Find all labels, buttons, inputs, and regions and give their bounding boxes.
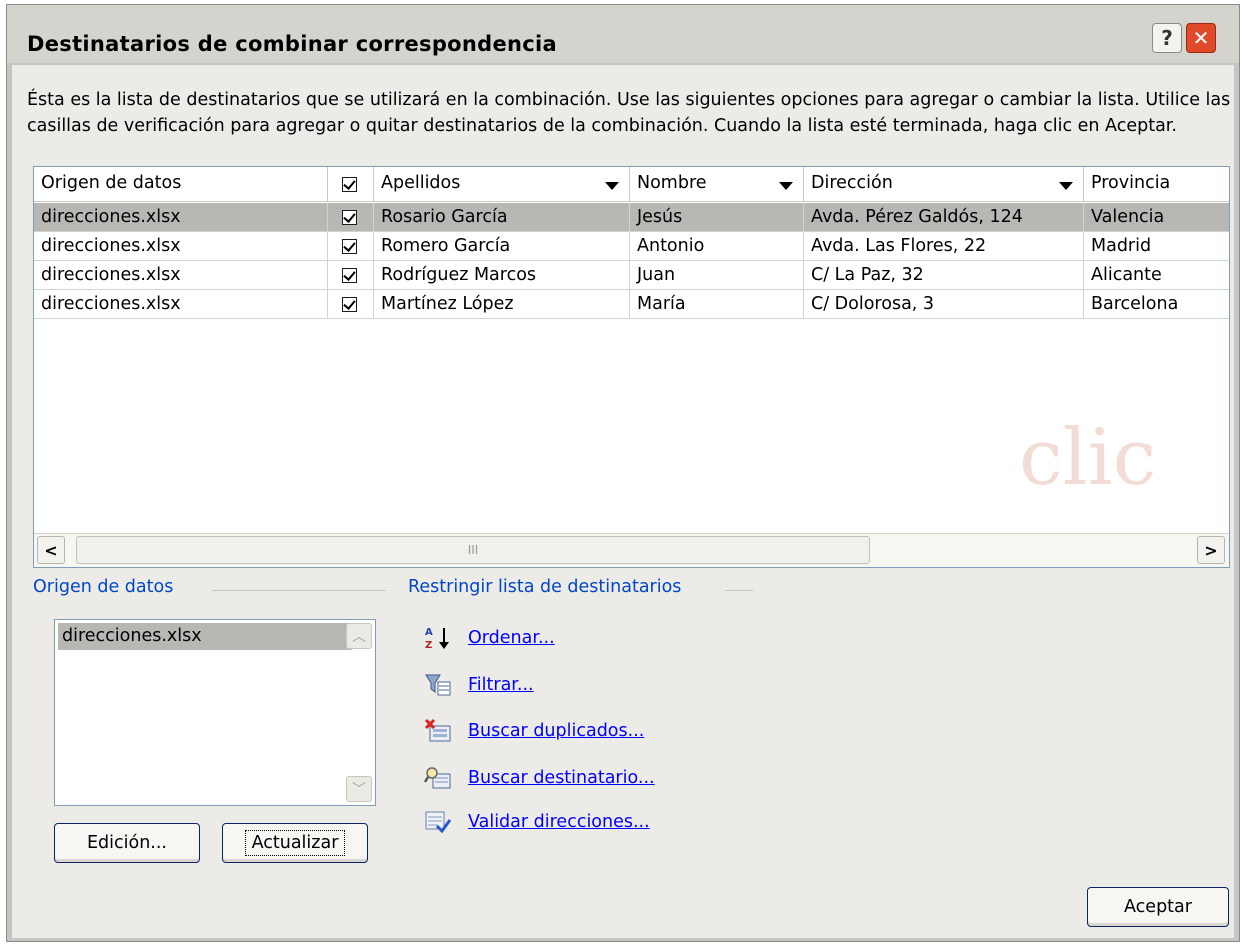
- filter-icon: [424, 672, 452, 698]
- find-recipient-icon: [424, 765, 452, 791]
- sort-az-icon: A Z: [424, 625, 452, 651]
- table-row[interactable]: direcciones.xlsx Rodríguez Marcos Juan C/ L…: [34, 261, 1229, 290]
- scroll-up-button[interactable]: ︿: [346, 623, 372, 649]
- cell-provincia: Madrid: [1084, 232, 1229, 261]
- column-label: Origen de datos: [41, 173, 182, 193]
- row-checkbox-cell[interactable]: [328, 203, 374, 232]
- cell-apellidos: Romero García: [374, 232, 630, 261]
- close-button[interactable]: ✕: [1186, 23, 1216, 53]
- table-row[interactable]: direcciones.xlsx Martínez López María C/ Do…: [34, 290, 1229, 319]
- scroll-right-button[interactable]: >: [1197, 536, 1225, 564]
- cell-direccion: Avda. Las Flores, 22: [804, 232, 1084, 261]
- scroll-thumb[interactable]: III: [76, 536, 870, 564]
- cell-origen: direcciones.xlsx: [34, 232, 328, 261]
- find-recipient-link[interactable]: Buscar destinatario...: [468, 764, 655, 792]
- row-checkbox[interactable]: [342, 210, 357, 225]
- dropdown-arrow-icon[interactable]: [1059, 182, 1073, 190]
- cell-nombre: Antonio: [630, 232, 804, 261]
- scroll-down-button[interactable]: ﹀: [346, 776, 372, 802]
- dropdown-arrow-icon[interactable]: [605, 182, 619, 190]
- column-check-all[interactable]: [328, 167, 374, 202]
- row-checkbox-cell[interactable]: [328, 290, 374, 319]
- sort-link[interactable]: Ordenar...: [468, 624, 555, 652]
- row-divider: [34, 318, 1229, 319]
- ok-button[interactable]: Aceptar: [1087, 887, 1229, 927]
- cell-nombre: Jesús: [630, 203, 804, 232]
- ok-button-label: Aceptar: [1124, 897, 1192, 917]
- dropdown-arrow-icon[interactable]: [779, 182, 793, 190]
- cell-provincia: Alicante: [1084, 261, 1229, 290]
- group-divider: [212, 590, 386, 591]
- column-nombre[interactable]: Nombre: [630, 167, 804, 202]
- filter-link[interactable]: Filtrar...: [468, 671, 534, 699]
- column-apellidos[interactable]: Apellidos: [374, 167, 630, 202]
- horizontal-scrollbar[interactable]: < III >: [34, 533, 1229, 567]
- cell-direccion: C/ Dolorosa, 3: [804, 290, 1084, 319]
- cell-nombre: Juan: [630, 261, 804, 290]
- edit-button[interactable]: Edición...: [54, 823, 200, 863]
- cell-direccion: C/ La Paz, 32: [804, 261, 1084, 290]
- table-row[interactable]: direcciones.xlsx Rosario García Jesús Avda.…: [34, 203, 1229, 232]
- check-all-checkbox[interactable]: [342, 177, 357, 192]
- watermark-logo: clic: [1019, 413, 1157, 503]
- cell-provincia: Barcelona: [1084, 290, 1229, 319]
- svg-text:Z: Z: [425, 640, 432, 651]
- scroll-left-button[interactable]: <: [37, 536, 65, 564]
- grid-header: Origen de datos Apellidos Nombre Direcci…: [34, 167, 1229, 203]
- datasource-list[interactable]: direcciones.xlsx ︿ ﹀: [54, 619, 376, 806]
- edit-button-label: Edición...: [87, 833, 167, 853]
- refresh-button-label: Actualizar: [244, 830, 346, 856]
- validate-addresses-icon: [424, 809, 452, 835]
- dialog-window: Destinatarios de combinar correspondenci…: [6, 4, 1240, 942]
- cell-provincia: Valencia: [1084, 203, 1229, 232]
- datasource-group-title: Origen de datos: [33, 577, 174, 597]
- validate-addresses-link[interactable]: Validar direcciones...: [468, 808, 650, 836]
- restrict-group-title: Restringir lista de destinatarios: [408, 577, 682, 597]
- column-label: Apellidos: [381, 173, 461, 193]
- column-provincia[interactable]: Provincia: [1084, 167, 1229, 202]
- find-duplicates-link[interactable]: Buscar duplicados...: [468, 717, 644, 745]
- table-row[interactable]: direcciones.xlsx Romero García Antonio Avda…: [34, 232, 1229, 261]
- cell-origen: direcciones.xlsx: [34, 261, 328, 290]
- row-checkbox-cell[interactable]: [328, 261, 374, 290]
- column-label: Provincia: [1091, 173, 1171, 193]
- row-checkbox[interactable]: [342, 239, 357, 254]
- column-direccion[interactable]: Dirección: [804, 167, 1084, 202]
- row-checkbox[interactable]: [342, 268, 357, 283]
- group-divider: [725, 590, 753, 591]
- help-button[interactable]: ?: [1152, 23, 1182, 53]
- cell-direccion: Avda. Pérez Galdós, 124: [804, 203, 1084, 232]
- cell-nombre: María: [630, 290, 804, 319]
- description-text: Ésta es la lista de destinatarios que se…: [27, 90, 1231, 136]
- column-origen-datos[interactable]: Origen de datos: [34, 167, 328, 202]
- datasource-item[interactable]: direcciones.xlsx: [58, 623, 352, 650]
- cell-origen: direcciones.xlsx: [34, 203, 328, 232]
- title-bar: Destinatarios de combinar correspondenci…: [7, 5, 1239, 63]
- row-checkbox[interactable]: [342, 297, 357, 312]
- cell-origen: direcciones.xlsx: [34, 290, 328, 319]
- cell-apellidos: Martínez López: [374, 290, 630, 319]
- column-label: Dirección: [811, 173, 893, 193]
- cell-apellidos: Rosario García: [374, 203, 630, 232]
- find-duplicates-icon: [424, 718, 452, 744]
- cell-apellidos: Rodríguez Marcos: [374, 261, 630, 290]
- refresh-button[interactable]: Actualizar: [222, 823, 368, 863]
- svg-text:A: A: [425, 627, 433, 638]
- dialog-title: Destinatarios de combinar correspondenci…: [27, 32, 557, 56]
- recipients-grid[interactable]: Origen de datos Apellidos Nombre Direcci…: [33, 166, 1230, 568]
- dialog-body: Ésta es la lista de destinatarios que se…: [12, 65, 1234, 938]
- column-label: Nombre: [637, 173, 707, 193]
- row-checkbox-cell[interactable]: [328, 232, 374, 261]
